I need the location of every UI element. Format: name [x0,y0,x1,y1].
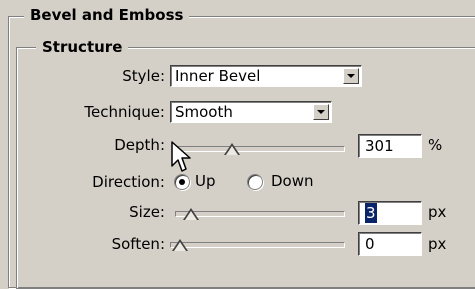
depth-value: 301 [365,137,394,155]
style-dropdown[interactable]: Inner Bevel [170,65,362,87]
direction-label: Direction: [92,173,165,191]
soften-input[interactable]: 0 [358,232,422,256]
arrow-pointer-icon [171,141,191,172]
chevron-down-icon[interactable] [343,68,359,84]
soften-slider-track[interactable] [170,242,345,248]
size-unit: px [428,203,447,221]
size-value: 3 [365,203,377,223]
depth-unit: % [428,136,443,154]
direction-up-label[interactable]: Up [195,171,216,191]
depth-input[interactable]: 301 [358,134,422,158]
size-input[interactable]: 3 [358,201,422,225]
direction-down-label[interactable]: Down [271,171,314,191]
technique-dropdown[interactable]: Smooth [170,101,332,123]
depth-slider-track[interactable] [175,146,345,152]
soften-value: 0 [365,235,375,253]
technique-label: Technique: [84,103,165,121]
style-value: Inner Bevel [175,67,261,85]
structure-title: Structure [36,38,129,56]
soften-unit: px [428,235,447,253]
depth-label: Depth: [114,136,165,154]
size-label: Size: [129,203,165,221]
bevel-emboss-title: Bevel and Emboss [24,6,190,24]
size-slider-track[interactable] [175,211,345,217]
style-label: Style: [122,67,165,85]
chevron-down-icon[interactable] [313,104,329,120]
technique-value: Smooth [175,103,233,121]
soften-label: Soften: [111,235,165,253]
direction-up-radio[interactable] [174,174,190,190]
direction-down-radio[interactable] [247,174,263,190]
